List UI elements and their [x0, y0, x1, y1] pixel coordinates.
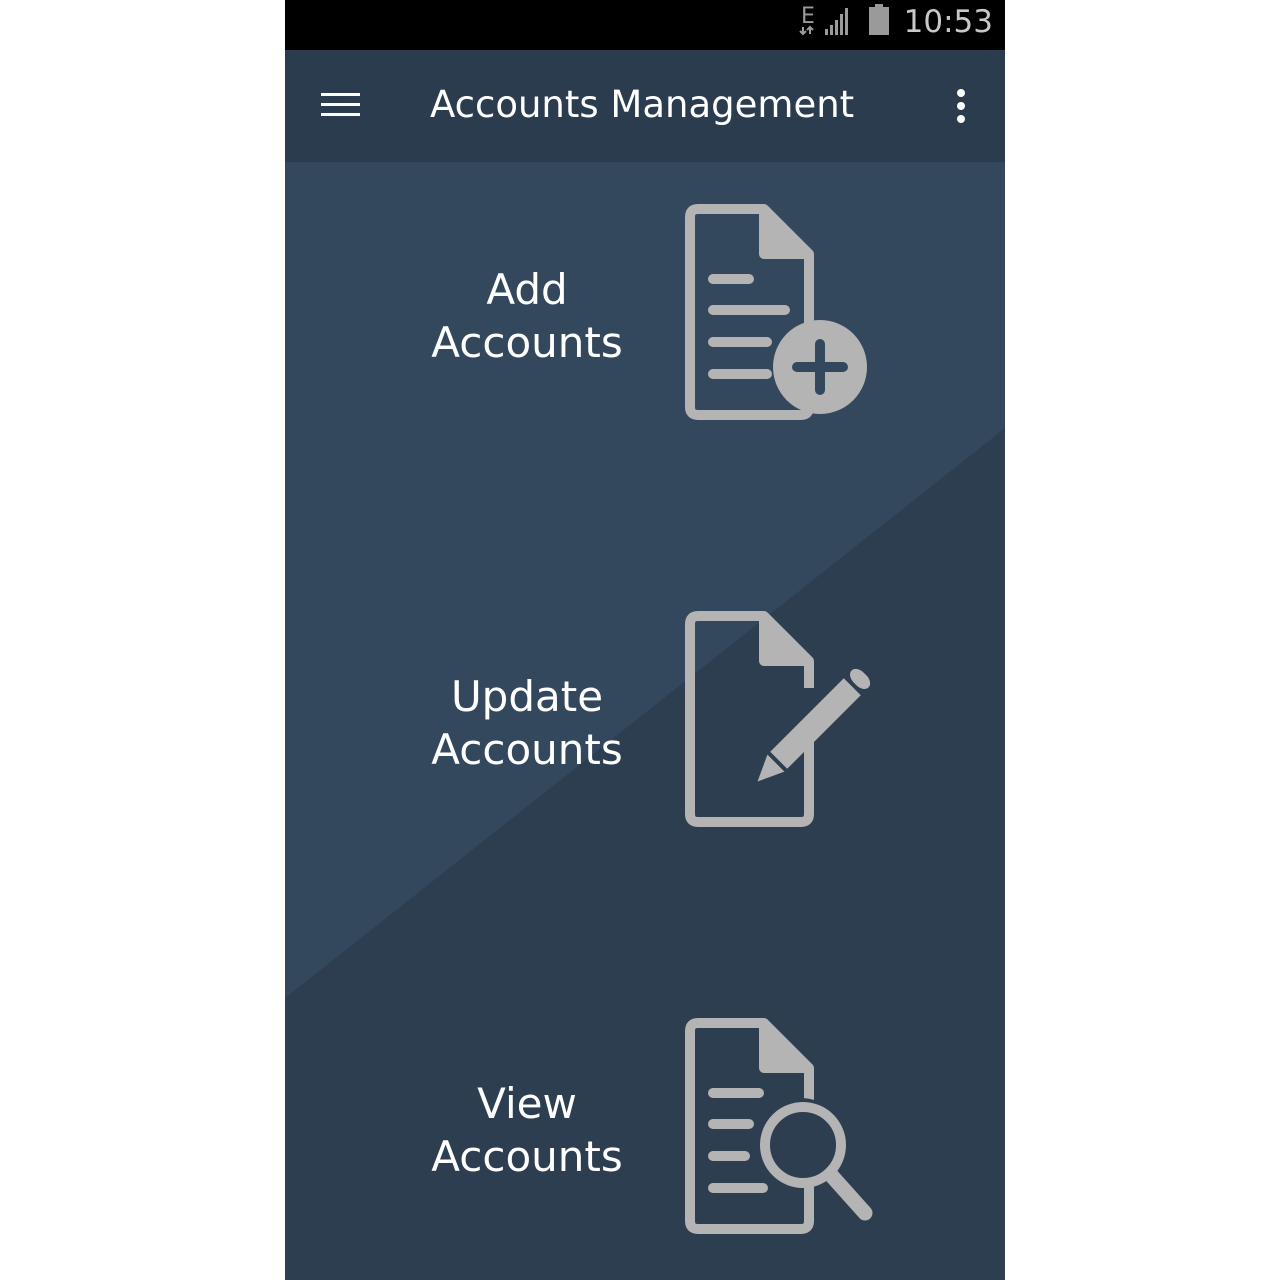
phone-screen: E 10:53 Accounts Management Add Accounts…	[285, 0, 1005, 1280]
view-accounts-label: View Accounts	[431, 1079, 623, 1181]
status-icons: E	[799, 4, 889, 36]
add-accounts-item[interactable]: Add Accounts	[285, 195, 1005, 435]
document-add-icon	[685, 204, 867, 420]
battery-icon	[869, 4, 889, 35]
svg-text:E: E	[801, 4, 815, 29]
network-type-icon: E	[799, 4, 815, 36]
signal-icon	[825, 8, 848, 35]
view-accounts-item[interactable]: View Accounts	[285, 1009, 1005, 1249]
menu-button[interactable]	[309, 76, 373, 134]
app-bar: Accounts Management	[285, 50, 1005, 162]
document-search-icon	[685, 1018, 873, 1234]
status-bar: E 10:53	[285, 0, 1005, 50]
more-vertical-icon	[957, 89, 965, 123]
document-edit-icon	[685, 611, 871, 827]
page-title: Accounts Management	[430, 83, 855, 126]
hamburger-menu-icon	[321, 93, 360, 116]
add-accounts-label: Add Accounts	[431, 265, 623, 367]
update-accounts-item[interactable]: Update Accounts	[285, 602, 1005, 842]
update-accounts-label: Update Accounts	[431, 672, 623, 774]
status-time: 10:53	[903, 4, 993, 40]
overflow-menu-button[interactable]	[937, 80, 985, 136]
